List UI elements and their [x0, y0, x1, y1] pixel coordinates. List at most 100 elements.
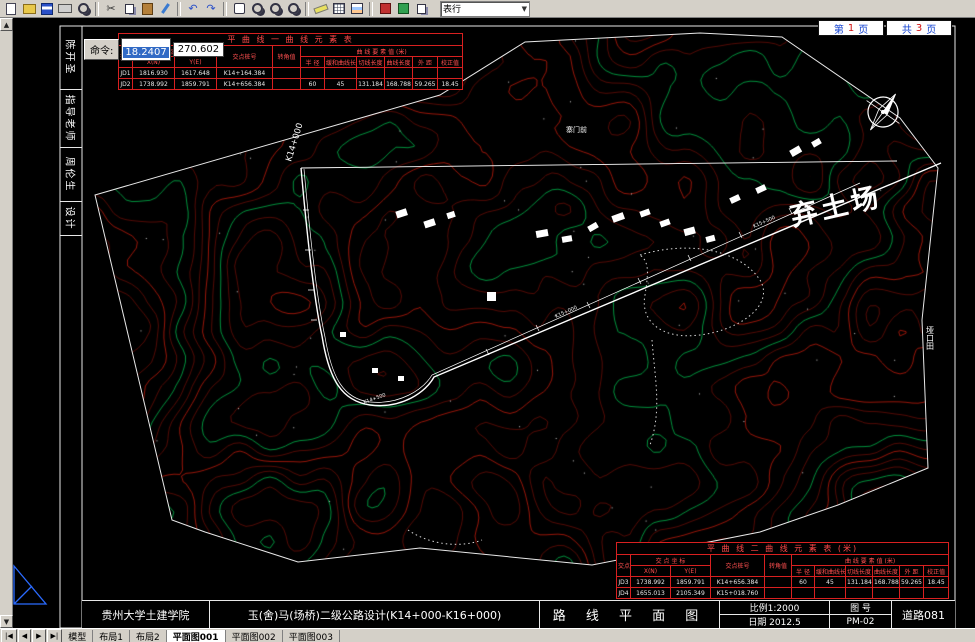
scroll-down-button[interactable]: ▼: [0, 615, 13, 628]
distance-button[interactable]: [312, 1, 330, 17]
scale-value: 比例1:2000: [720, 601, 829, 615]
advisor-label-cell: 指导老师: [60, 90, 82, 148]
copy-button[interactable]: [120, 1, 138, 17]
save-icon: [41, 2, 53, 15]
page-number: 3: [915, 22, 923, 34]
col-header: 校正值: [436, 56, 464, 68]
print-button[interactable]: [56, 1, 74, 17]
col-header: 切线长度: [356, 56, 385, 68]
project-cell: 玉(舍)马(场桥)二级公路设计(K14+000-K16+000): [210, 601, 540, 628]
print-preview-button[interactable]: [74, 1, 92, 17]
new-button[interactable]: [2, 1, 20, 17]
properties-icon: [416, 3, 426, 14]
tab-layout2[interactable]: 布局2: [130, 629, 167, 642]
table-row: JD1 1816.930 1617.648 K14+164.384: [118, 67, 464, 79]
col-header: 交 点 坐 标: [630, 554, 711, 566]
col-header: 交点桩号: [710, 554, 765, 577]
open-icon: [22, 3, 36, 14]
match-properties-icon: [160, 3, 170, 14]
tab-last-button[interactable]: ▶|: [46, 629, 63, 642]
color-red-icon: [379, 3, 391, 14]
page-number: 1: [847, 22, 855, 34]
toolbar-separator: [177, 1, 181, 16]
distance-icon: [313, 3, 329, 14]
title-block: 贵州大学土建学院 玉(舍)马(场桥)二级公路设计(K14+000-K16+000…: [82, 600, 955, 628]
command-label: 命令:: [84, 39, 120, 60]
col-header: 半 径: [300, 56, 325, 68]
drawing-name-cell: 路 线 平 面 图: [540, 601, 720, 628]
color-green-button[interactable]: [394, 1, 412, 17]
title-strip: 陈开圣 指导老师 周伦生 设计: [60, 26, 82, 600]
properties-button[interactable]: [412, 1, 430, 17]
col-header: 交点号: [616, 554, 631, 577]
command-input-x[interactable]: 18.2407: [121, 38, 171, 61]
tab-layout1[interactable]: 布局1: [93, 629, 131, 642]
toolbar-separator: [369, 1, 373, 16]
course-code-cell: 道路081: [902, 608, 945, 622]
figure-number-cell: 图 号 PM-02: [830, 601, 892, 628]
page-indicator-current: 第1页: [818, 20, 884, 36]
zoom-realtime-button[interactable]: [248, 1, 266, 17]
text-style-value: 表行: [443, 5, 462, 15]
tab-next-button[interactable]: ▶: [32, 629, 46, 642]
redo-button[interactable]: ↷: [202, 1, 220, 17]
table-row: JD2 1738.992 1859.791 K14+656.384 60 45 131.18…: [118, 78, 464, 90]
down-arrow-icon: ▼: [3, 617, 10, 626]
pan-button[interactable]: [230, 1, 248, 17]
text-style-combo[interactable]: 表行 ▼: [440, 0, 530, 17]
save-button[interactable]: [38, 1, 56, 17]
col-header: 半 径: [791, 565, 815, 577]
redraw-button[interactable]: [330, 1, 348, 17]
left-scrollbar[interactable]: ▲ ▼: [0, 18, 13, 628]
col-header: 曲线长度: [872, 565, 900, 577]
paste-icon: [141, 2, 153, 15]
curve-table-2: 平 曲 线 二 曲 线 元 素 表 (米) 交点号 交 点 坐 标 交点桩号 转…: [615, 542, 950, 599]
tab-model[interactable]: 模型: [62, 629, 94, 642]
toolbar-separator: [305, 1, 309, 16]
col-header: 校正值: [922, 565, 950, 577]
color-red-button[interactable]: [376, 1, 394, 17]
col-header: 外 距: [899, 565, 924, 577]
cut-icon: ✂: [106, 2, 116, 15]
title-strip-blank: [60, 236, 82, 600]
toolbar: ✂ ↶ ↷ 表行 ▼: [0, 0, 975, 18]
col-header: X(N): [630, 565, 671, 577]
zoom-window-icon: [269, 3, 281, 14]
designer-name-cell: 周伦生: [60, 148, 82, 202]
new-icon: [6, 2, 16, 15]
table-title: 平 曲 线 二 曲 线 元 素 表 (米): [615, 542, 950, 555]
print-preview-icon: [77, 3, 89, 14]
zoom-window-button[interactable]: [266, 1, 284, 17]
layout-tab-bar: |◀ ◀ ▶ ▶| 模型 布局1 布局2 平面图001 平面图002 平面图00…: [0, 628, 975, 642]
copy-icon: [124, 3, 134, 14]
page-label: 页: [926, 24, 937, 36]
designer-label-cell: 设计: [60, 202, 82, 236]
date-value: 日期 2012.5: [748, 618, 801, 628]
scroll-up-button[interactable]: ▲: [0, 18, 13, 31]
undo-button[interactable]: ↶: [184, 1, 202, 17]
match-properties-button[interactable]: [156, 1, 174, 17]
layers-button[interactable]: [348, 1, 366, 17]
open-button[interactable]: [20, 1, 38, 17]
color-green-icon: [397, 3, 409, 14]
tab-plan003[interactable]: 平面图003: [282, 629, 340, 642]
figure-number: PM-02: [846, 616, 875, 627]
chevron-down-icon: ▼: [521, 4, 527, 13]
col-header: 曲线长度: [384, 56, 413, 68]
command-bar: 命令: 18.2407 270.602: [84, 38, 225, 61]
tab-plan002[interactable]: 平面图002: [225, 629, 283, 642]
col-header: 曲 线 要 素 值 (米): [299, 45, 464, 57]
zoom-previous-button[interactable]: [284, 1, 302, 17]
toolbar-separator: [223, 1, 227, 16]
tab-first-button[interactable]: |◀: [1, 629, 17, 642]
layers-icon: [351, 3, 363, 14]
print-icon: [58, 4, 72, 13]
tab-prev-button[interactable]: ◀: [17, 629, 32, 642]
tab-plan001[interactable]: 平面图001: [166, 629, 226, 642]
paste-button[interactable]: [138, 1, 156, 17]
col-header: 缓和曲线长度: [324, 56, 357, 68]
up-arrow-icon: ▲: [3, 20, 10, 29]
cut-button[interactable]: ✂: [102, 1, 120, 17]
command-input-y[interactable]: 270.602: [172, 42, 225, 57]
figure-label: 图 号: [830, 601, 891, 615]
